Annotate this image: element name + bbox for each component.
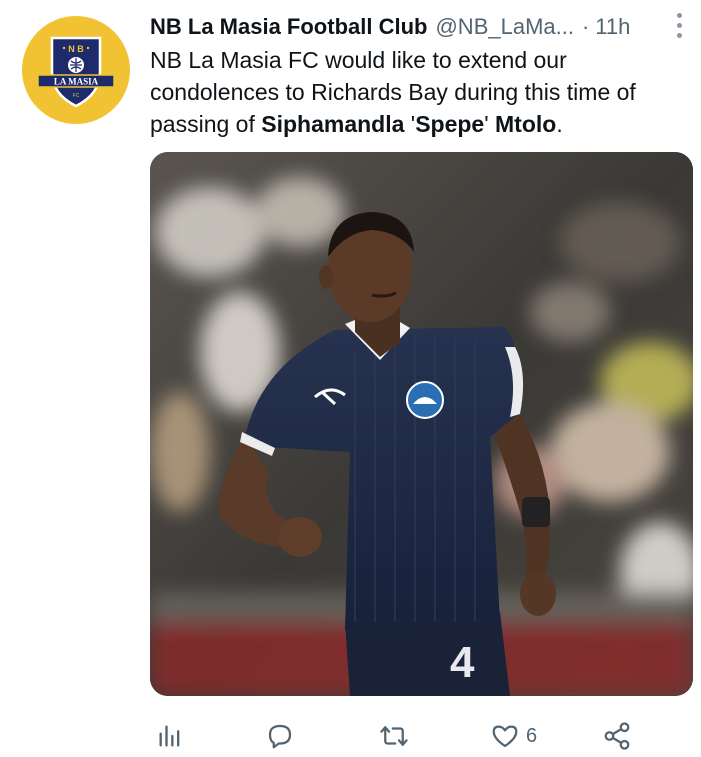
retweet-icon	[380, 726, 408, 746]
tweet[interactable]: N B LA MASIA FC NB La Masia Football Clu…	[0, 0, 701, 757]
tweet-text-bold: Spepe	[415, 111, 485, 137]
like-count: 6	[526, 724, 538, 747]
tweet-text-bold: Mtolo	[495, 111, 557, 137]
more-options-icon[interactable]	[669, 10, 689, 40]
logo-small-text: FC	[73, 93, 80, 99]
logo-letters: N B	[68, 44, 84, 54]
la-masia-logo: N B LA MASIA FC	[34, 36, 118, 108]
author-name[interactable]: NB La Masia Football Club	[150, 14, 427, 40]
tweet-text-part: '	[484, 111, 495, 137]
tweet-text-bold: Siphamandla	[261, 111, 405, 137]
analytics-icon	[159, 725, 180, 747]
share-button[interactable]	[602, 716, 632, 756]
retweet-button[interactable]	[378, 716, 410, 756]
author-handle[interactable]: @NB_LaMa...	[435, 14, 574, 40]
tweet-photo[interactable]: 4	[150, 152, 693, 696]
reply-icon	[268, 724, 292, 749]
separator-dot: ·	[581, 14, 590, 39]
tweet-text-part: '	[404, 111, 416, 137]
reply-button[interactable]	[265, 716, 295, 756]
football-player-photo: 4	[150, 152, 693, 696]
author-avatar[interactable]: N B LA MASIA FC	[22, 16, 130, 124]
analytics-button[interactable]	[156, 716, 184, 756]
share-icon	[604, 722, 630, 750]
tweet-timestamp[interactable]: 11h	[595, 14, 630, 40]
like-icon	[492, 725, 518, 748]
tweet-text: NB La Masia FC would like to extend our …	[150, 44, 690, 140]
like-button[interactable]: 6	[490, 716, 537, 756]
logo-banner-text: LA MASIA	[54, 77, 99, 87]
jersey-number: 4	[450, 638, 475, 687]
tweet-header: NB La Masia Football Club @NB_LaMa... · …	[150, 12, 685, 42]
tweet-actions: 6	[150, 716, 640, 756]
tweet-text-part: .	[556, 111, 563, 137]
